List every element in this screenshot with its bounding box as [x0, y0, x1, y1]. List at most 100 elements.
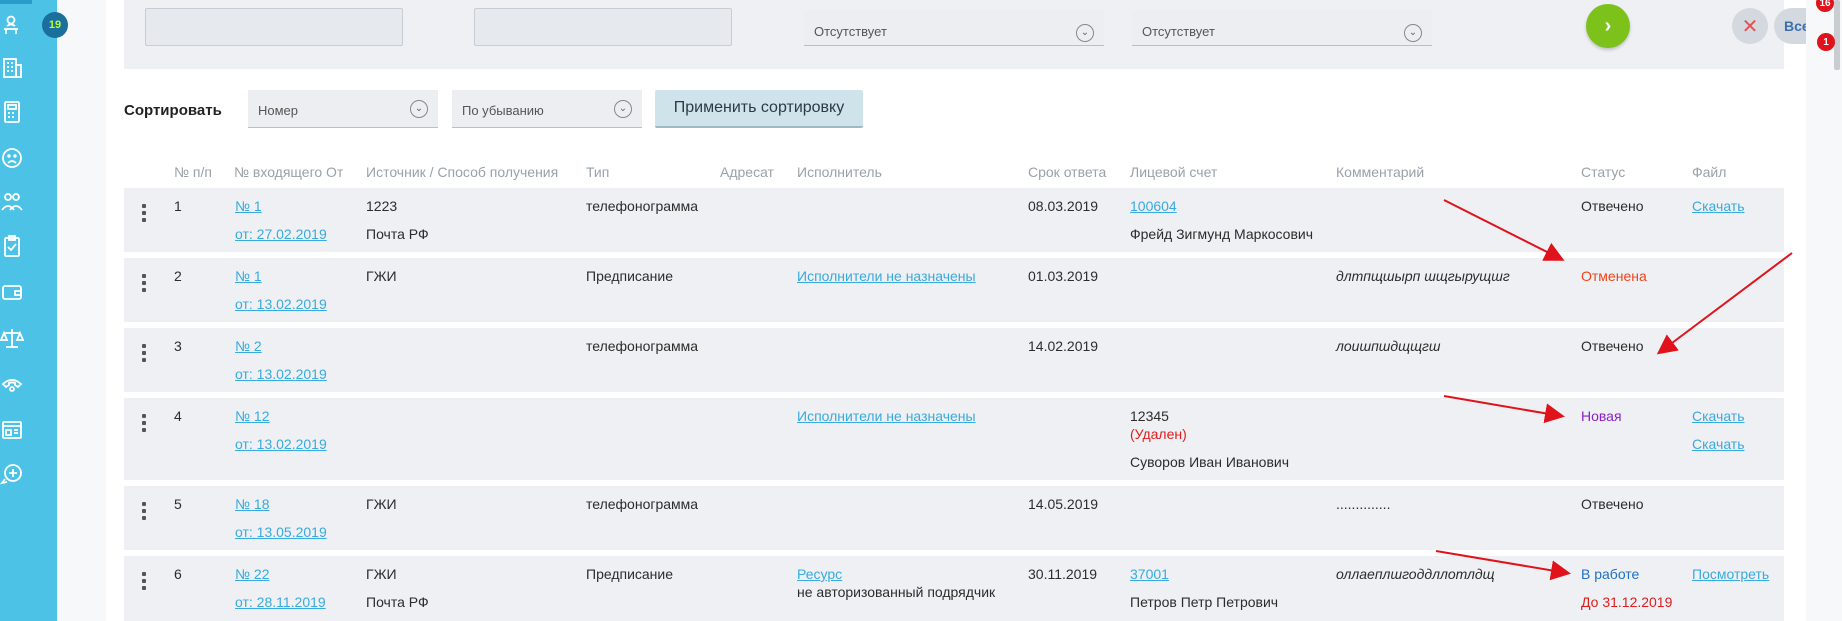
- column-header[interactable]: Срок ответа: [1028, 164, 1106, 180]
- table-row[interactable]: 1 № 1 от: 27.02.2019 1223 Почта РФ телеф…: [124, 188, 1784, 252]
- sort-order-value: По убыванию: [462, 103, 544, 118]
- sidebar: 19: [0, 0, 68, 621]
- executor-link[interactable]: Исполнители не назначены: [797, 268, 976, 284]
- incoming-number-link[interactable]: № 1: [235, 198, 262, 214]
- deadline: 14.02.2019: [1028, 338, 1099, 354]
- column-header[interactable]: Источник / Способ получения: [366, 164, 558, 180]
- type: телефонограмма: [586, 338, 699, 354]
- column-header[interactable]: Статус: [1581, 164, 1625, 180]
- column-header[interactable]: Файл: [1692, 164, 1726, 180]
- column-header[interactable]: Адресат: [720, 164, 774, 180]
- row-menu-icon[interactable]: [142, 274, 146, 295]
- row-menu-icon[interactable]: [142, 572, 146, 593]
- incoming-number-link[interactable]: № 18: [235, 496, 269, 512]
- table-row[interactable]: 5 № 18 от: 13.05.2019 ГЖИ телефонограмма…: [124, 486, 1784, 550]
- incoming-date-link[interactable]: от: 13.02.2019: [235, 296, 327, 312]
- checklist-icon[interactable]: [0, 234, 24, 258]
- wallet-icon[interactable]: [0, 280, 24, 304]
- comment: оллаеплшгоддллотлдщ: [1336, 566, 1495, 582]
- dashboard-icon[interactable]: [0, 418, 24, 442]
- receive-method: Почта РФ: [366, 226, 429, 242]
- table-row[interactable]: 3 № 2 от: 13.02.2019 телефонограмма 14.0…: [124, 328, 1784, 392]
- chat-add-icon[interactable]: [0, 462, 24, 486]
- deadline: 08.03.2019: [1028, 198, 1099, 214]
- download-link[interactable]: Скачать: [1692, 198, 1745, 214]
- sort-field-select[interactable]: Номер ⌄: [248, 90, 438, 128]
- close-icon: ✕: [1741, 15, 1759, 38]
- executor-note: не авторизованный подрядчик: [797, 584, 996, 600]
- incoming-date-link[interactable]: от: 28.11.2019: [235, 594, 326, 610]
- row-menu-icon[interactable]: [142, 414, 146, 435]
- comment: длтпщшырп шщгырущшг: [1336, 268, 1510, 284]
- chevron-down-icon: ⌄: [410, 100, 428, 118]
- type: телефонограмма: [586, 496, 699, 512]
- row-menu-icon[interactable]: [142, 344, 146, 365]
- column-header[interactable]: Тип: [586, 164, 609, 180]
- view-link[interactable]: Посмотреть: [1692, 566, 1769, 582]
- status: Отменена: [1581, 268, 1647, 284]
- incoming-date-link[interactable]: от: 27.02.2019: [235, 226, 327, 242]
- row-menu-icon[interactable]: [142, 502, 146, 523]
- sort-field-value: Номер: [258, 103, 299, 118]
- calculator-icon[interactable]: [0, 100, 24, 124]
- type: Предписание: [586, 566, 674, 582]
- scrollbar[interactable]: [1834, 0, 1840, 70]
- sidebar-badge: 19: [42, 12, 68, 38]
- row-number: 4: [174, 408, 182, 424]
- executor-link[interactable]: Ресурс: [797, 566, 842, 582]
- people-icon[interactable]: [0, 190, 24, 214]
- account-link[interactable]: 100604: [1130, 198, 1177, 214]
- source: ГЖИ: [366, 268, 397, 284]
- column-header[interactable]: Комментарий: [1336, 164, 1424, 180]
- account-link[interactable]: 37001: [1130, 566, 1169, 582]
- filter-select-1-value: Отсутствует: [814, 24, 887, 39]
- filter-input-1[interactable]: [145, 8, 403, 46]
- row-number: 1: [174, 198, 182, 214]
- sort-order-select[interactable]: По убыванию ⌄: [452, 90, 642, 128]
- account-owner: Суворов Иван Иванович: [1130, 454, 1290, 470]
- deadline: 01.03.2019: [1028, 268, 1099, 284]
- status: Отвечено: [1581, 338, 1644, 354]
- status: В работе: [1581, 566, 1640, 582]
- filter-select-1[interactable]: Отсутствует ⌄: [804, 10, 1104, 46]
- building-icon[interactable]: [0, 56, 24, 80]
- sad-face-icon[interactable]: [0, 146, 24, 170]
- receive-method: Почта РФ: [366, 594, 429, 610]
- source: ГЖИ: [366, 566, 397, 582]
- row-menu-icon[interactable]: [142, 204, 146, 225]
- phone-icon[interactable]: [0, 372, 24, 396]
- filter-panel: Отсутствует ⌄ Отсутствует ⌄ › ✕ Все филь…: [124, 0, 1842, 69]
- row-number: 5: [174, 496, 182, 512]
- incoming-number-link[interactable]: № 22: [235, 566, 269, 582]
- scales-icon[interactable]: [0, 326, 24, 350]
- filter-input-2[interactable]: [474, 8, 732, 46]
- user-desk-icon[interactable]: [0, 14, 24, 38]
- column-header[interactable]: Исполнитель: [797, 164, 882, 180]
- table-row[interactable]: 6 № 22 от: 28.11.2019 ГЖИ Почта РФ Предп…: [124, 556, 1784, 621]
- apply-sort-button[interactable]: Применить сортировку: [655, 90, 863, 128]
- download-link[interactable]: Скачать: [1692, 436, 1745, 452]
- account-owner: Петров Петр Петрович: [1130, 594, 1279, 610]
- incoming-number-link[interactable]: № 12: [235, 408, 269, 424]
- column-header[interactable]: Лицевой счет: [1130, 164, 1217, 180]
- incoming-number-link[interactable]: № 2: [235, 338, 262, 354]
- table-row[interactable]: 4 № 12 от: 13.02.2019 Исполнители не наз…: [124, 398, 1784, 480]
- row-number: 2: [174, 268, 182, 284]
- type: телефонограмма: [586, 198, 699, 214]
- download-link[interactable]: Скачать: [1692, 408, 1745, 424]
- incoming-number-link[interactable]: № 1: [235, 268, 262, 284]
- incoming-date-link[interactable]: от: 13.02.2019: [235, 436, 327, 452]
- deadline: 14.05.2019: [1028, 496, 1099, 512]
- filter-select-2[interactable]: Отсутствует ⌄: [1132, 10, 1432, 46]
- row-number: 3: [174, 338, 182, 354]
- executor-link[interactable]: Исполнители не назначены: [797, 408, 976, 424]
- status-due-date: До 31.12.2019: [1581, 594, 1673, 610]
- column-header[interactable]: № входящего От: [234, 164, 343, 180]
- apply-filters-button[interactable]: ›: [1586, 4, 1630, 48]
- table-row[interactable]: 2 № 1 от: 13.02.2019 ГЖИ Предписание Исп…: [124, 258, 1784, 322]
- clear-filters-button[interactable]: ✕: [1732, 8, 1768, 44]
- type: Предписание: [586, 268, 674, 284]
- column-header[interactable]: № п/п: [174, 164, 212, 180]
- incoming-date-link[interactable]: от: 13.05.2019: [235, 524, 327, 540]
- incoming-date-link[interactable]: от: 13.02.2019: [235, 366, 327, 382]
